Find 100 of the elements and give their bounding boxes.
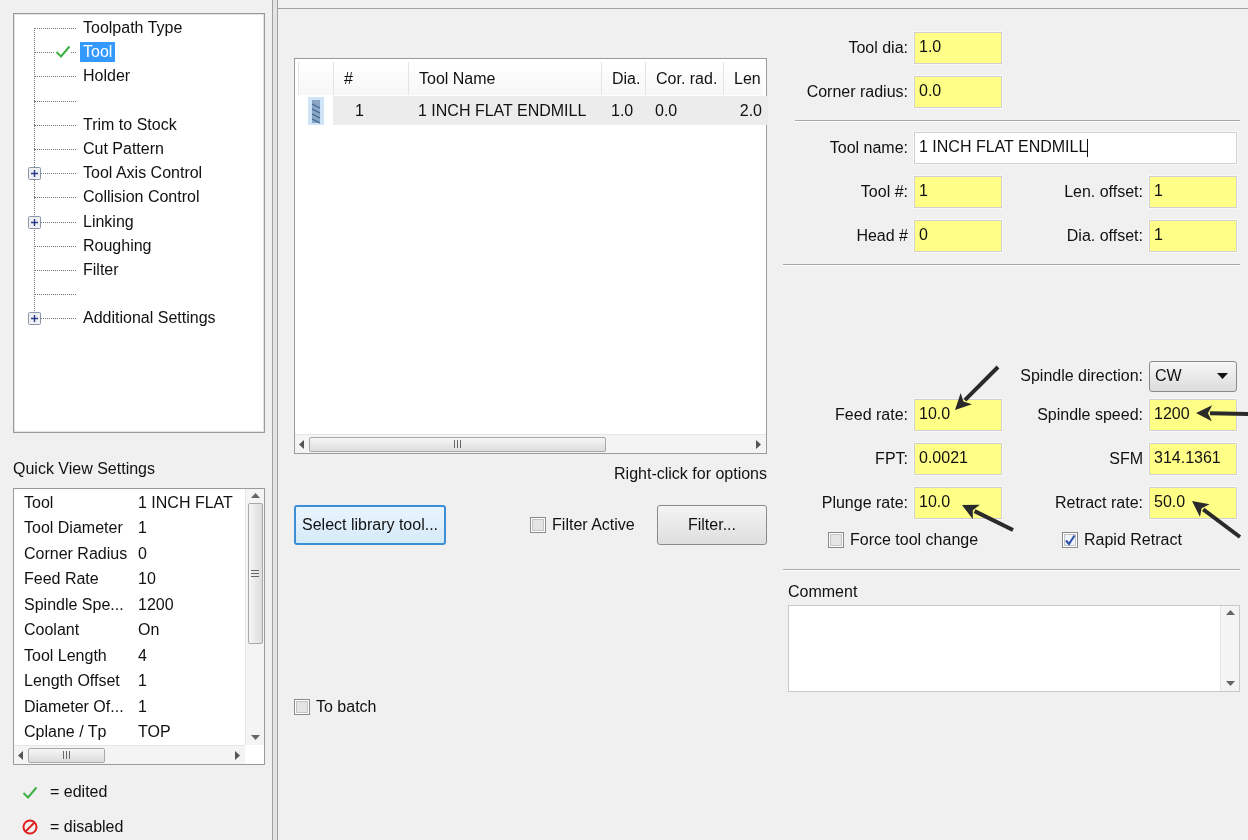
scroll-right-icon[interactable] xyxy=(235,750,241,760)
field-label: Tool name: xyxy=(828,139,908,157)
column-header[interactable]: Dia. xyxy=(601,62,645,95)
comment-label: Comment xyxy=(788,583,859,601)
field-label: Plunge rate: xyxy=(820,494,908,512)
field-label: Corner radius: xyxy=(805,83,908,101)
checkbox[interactable]: To batch xyxy=(294,698,377,716)
setting-value: 1 xyxy=(138,697,147,716)
filter-button[interactable]: Filter... xyxy=(657,505,767,545)
section-title: Quick View Settings xyxy=(13,460,156,478)
setting-name: Cplane / Tp xyxy=(24,723,108,742)
checkbox[interactable]: Rapid Retract xyxy=(1008,531,1237,549)
input-field[interactable]: 50.0 xyxy=(1149,487,1237,519)
tree-item[interactable]: Filter xyxy=(80,259,122,280)
checkbox[interactable]: Force tool change xyxy=(783,531,1002,549)
checkbox-icon[interactable] xyxy=(1062,532,1078,548)
setting-value: 10 xyxy=(138,570,156,589)
checkbox-icon[interactable] xyxy=(530,517,547,533)
column-header[interactable]: Len xyxy=(723,62,768,95)
setting-value: 4 xyxy=(138,646,147,665)
checkbox-icon[interactable] xyxy=(828,532,844,548)
legend-text: = edited xyxy=(50,783,108,801)
input-field[interactable]: 0.0021 xyxy=(914,443,1002,475)
input-field[interactable]: 1 INCH FLAT ENDMILL xyxy=(914,132,1237,164)
comment-field[interactable] xyxy=(788,605,1240,692)
checkbox[interactable]: Filter Active xyxy=(530,516,635,534)
input-field[interactable]: 1 xyxy=(1149,220,1237,252)
horizontal-scrollbar[interactable] xyxy=(14,745,245,764)
setting-value: 1 xyxy=(138,672,147,691)
grip-icon[interactable] xyxy=(63,751,71,759)
field-label: Spindle direction: xyxy=(1019,367,1143,385)
vertical-scrollbar[interactable] xyxy=(1220,606,1239,691)
scroll-down-icon[interactable] xyxy=(250,735,260,741)
input-field[interactable]: 1 xyxy=(914,176,1002,208)
annotation-arrow xyxy=(962,504,1014,532)
scroll-left-icon[interactable] xyxy=(18,750,24,760)
tree-item[interactable]: Collision Control xyxy=(80,187,203,208)
input-field[interactable]: 1 xyxy=(1149,176,1237,208)
tree-item[interactable]: Tool Axis Control xyxy=(80,163,206,184)
horizontal-scrollbar[interactable] xyxy=(295,434,766,453)
input-field[interactable]: 10.0 xyxy=(914,487,1002,519)
tree-item[interactable]: Linking xyxy=(80,211,137,232)
input-field[interactable]: 314.1361 xyxy=(1149,443,1237,475)
setting-name: Length Offset xyxy=(24,672,121,691)
disabled-icon xyxy=(22,819,38,835)
input-field[interactable]: 1200 xyxy=(1149,399,1237,431)
table-cell: 1 xyxy=(333,96,408,125)
field-label: Retract rate: xyxy=(1053,494,1143,512)
grip-icon[interactable] xyxy=(251,570,259,578)
column-header[interactable]: # xyxy=(333,62,408,95)
tree-item[interactable]: Additional Settings xyxy=(80,308,219,329)
tree-item[interactable]: Cut Pattern xyxy=(80,138,167,159)
tree-item[interactable]: Toolpath Type xyxy=(80,18,186,38)
field-label: FPT: xyxy=(874,450,908,468)
input-field[interactable]: 1.0 xyxy=(914,32,1002,64)
field-label: Dia. offset: xyxy=(1065,227,1143,245)
column-header[interactable]: Cor. rad. xyxy=(645,62,723,95)
scroll-left-icon[interactable] xyxy=(299,439,305,449)
hint-text: Right-click for options xyxy=(613,465,767,483)
grip-icon[interactable] xyxy=(453,440,461,448)
checkbox-icon[interactable] xyxy=(294,699,310,715)
field-label: Len. offset: xyxy=(1063,183,1143,201)
setting-value: 1 xyxy=(138,519,147,538)
scroll-down-icon[interactable] xyxy=(1225,681,1235,687)
scroll-up-icon[interactable] xyxy=(1225,610,1235,616)
setting-name: Feed Rate xyxy=(24,570,100,589)
setting-value: 1200 xyxy=(138,595,174,614)
scroll-up-icon[interactable] xyxy=(250,493,260,499)
vertical-scrollbar[interactable] xyxy=(245,489,264,745)
setting-name: Spindle Spe... xyxy=(24,595,125,614)
expand-icon[interactable] xyxy=(28,167,41,181)
table-cell: 1.0 xyxy=(601,96,645,125)
setting-name: Coolant xyxy=(24,621,81,640)
expand-icon[interactable] xyxy=(28,312,41,326)
table-cell: 1 INCH FLAT ENDMILL xyxy=(408,96,601,125)
endmill-icon xyxy=(307,96,324,125)
expand-icon[interactable] xyxy=(28,215,41,229)
tree-item[interactable]: Holder xyxy=(80,66,134,87)
scroll-right-icon[interactable] xyxy=(756,439,762,449)
legend-text: = disabled xyxy=(50,818,124,836)
setting-value: 1 INCH FLAT xyxy=(138,493,233,512)
setting-name: Corner Radius xyxy=(24,544,129,563)
setting-name: Diameter Of... xyxy=(24,697,125,716)
check-icon xyxy=(22,785,38,799)
caret-icon xyxy=(1217,373,1228,379)
table-cell: 0.0 xyxy=(645,96,723,125)
setting-name: Tool Length xyxy=(24,646,108,665)
table-cell: 2.0 xyxy=(723,96,768,125)
tree-item[interactable]: Roughing xyxy=(80,235,155,256)
field-label: Feed rate: xyxy=(834,406,908,424)
dropdown[interactable]: CW xyxy=(1149,360,1237,392)
setting-value: On xyxy=(138,621,160,640)
input-field[interactable]: 0.0 xyxy=(914,76,1002,108)
library-button[interactable]: Select library tool... xyxy=(294,505,447,545)
annotation-arrow xyxy=(955,365,1000,410)
setting-value: 0 xyxy=(138,544,147,563)
tree-item[interactable]: Trim to Stock xyxy=(80,114,180,135)
input-field[interactable]: 0 xyxy=(914,220,1002,252)
column-header[interactable]: Tool Name xyxy=(408,62,601,95)
input-field[interactable]: 10.0 xyxy=(914,399,1002,431)
